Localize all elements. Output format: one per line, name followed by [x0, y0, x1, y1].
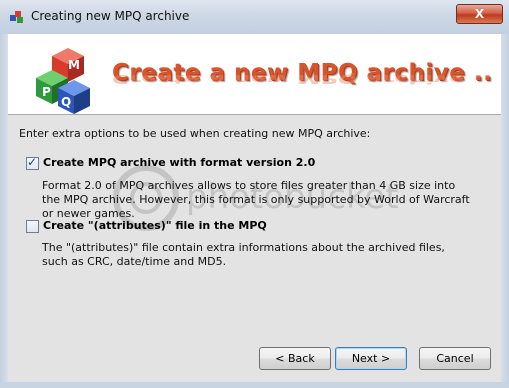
window-frame-right [501, 34, 509, 388]
attributes-checkbox[interactable] [26, 220, 39, 233]
title-bar: Creating new MPQ archive X [0, 0, 509, 35]
header-title-reflection: Create a new MPQ archive .. [112, 71, 493, 86]
wizard-footer: < Back Next > Cancel [8, 337, 501, 382]
next-button[interactable]: Next > [335, 347, 407, 370]
window-title: Creating new MPQ archive [31, 9, 190, 23]
logo-letter-q: Q [61, 95, 71, 109]
mpq-editor-icon [10, 11, 23, 23]
window-frame-bottom [0, 382, 509, 388]
mpq-logo-icon: M P Q [36, 48, 90, 114]
close-button[interactable]: X [456, 4, 503, 24]
wizard-header: M P Q Create a new MPQ archive .. Create… [8, 34, 501, 114]
intro-text: Enter extra options to be used when crea… [19, 127, 371, 140]
window-frame-left [0, 34, 8, 388]
format-v2-checkbox[interactable] [26, 155, 39, 170]
format-v2-description: Format 2.0 of MPQ archives allows to sto… [42, 179, 470, 220]
back-button[interactable]: < Back [259, 347, 331, 370]
logo-letter-m: M [68, 58, 80, 72]
attributes-description: The "(attributes)" file contain extra in… [42, 241, 445, 268]
attributes-label[interactable]: Create "(attributes)" file in the MPQ [43, 219, 267, 232]
cancel-button[interactable]: Cancel [419, 347, 491, 370]
format-v2-label[interactable]: Create MPQ archive with format version 2… [43, 156, 315, 169]
options-panel: photobucket Enter extra options to be us… [8, 115, 501, 337]
logo-letter-p: P [42, 85, 51, 99]
